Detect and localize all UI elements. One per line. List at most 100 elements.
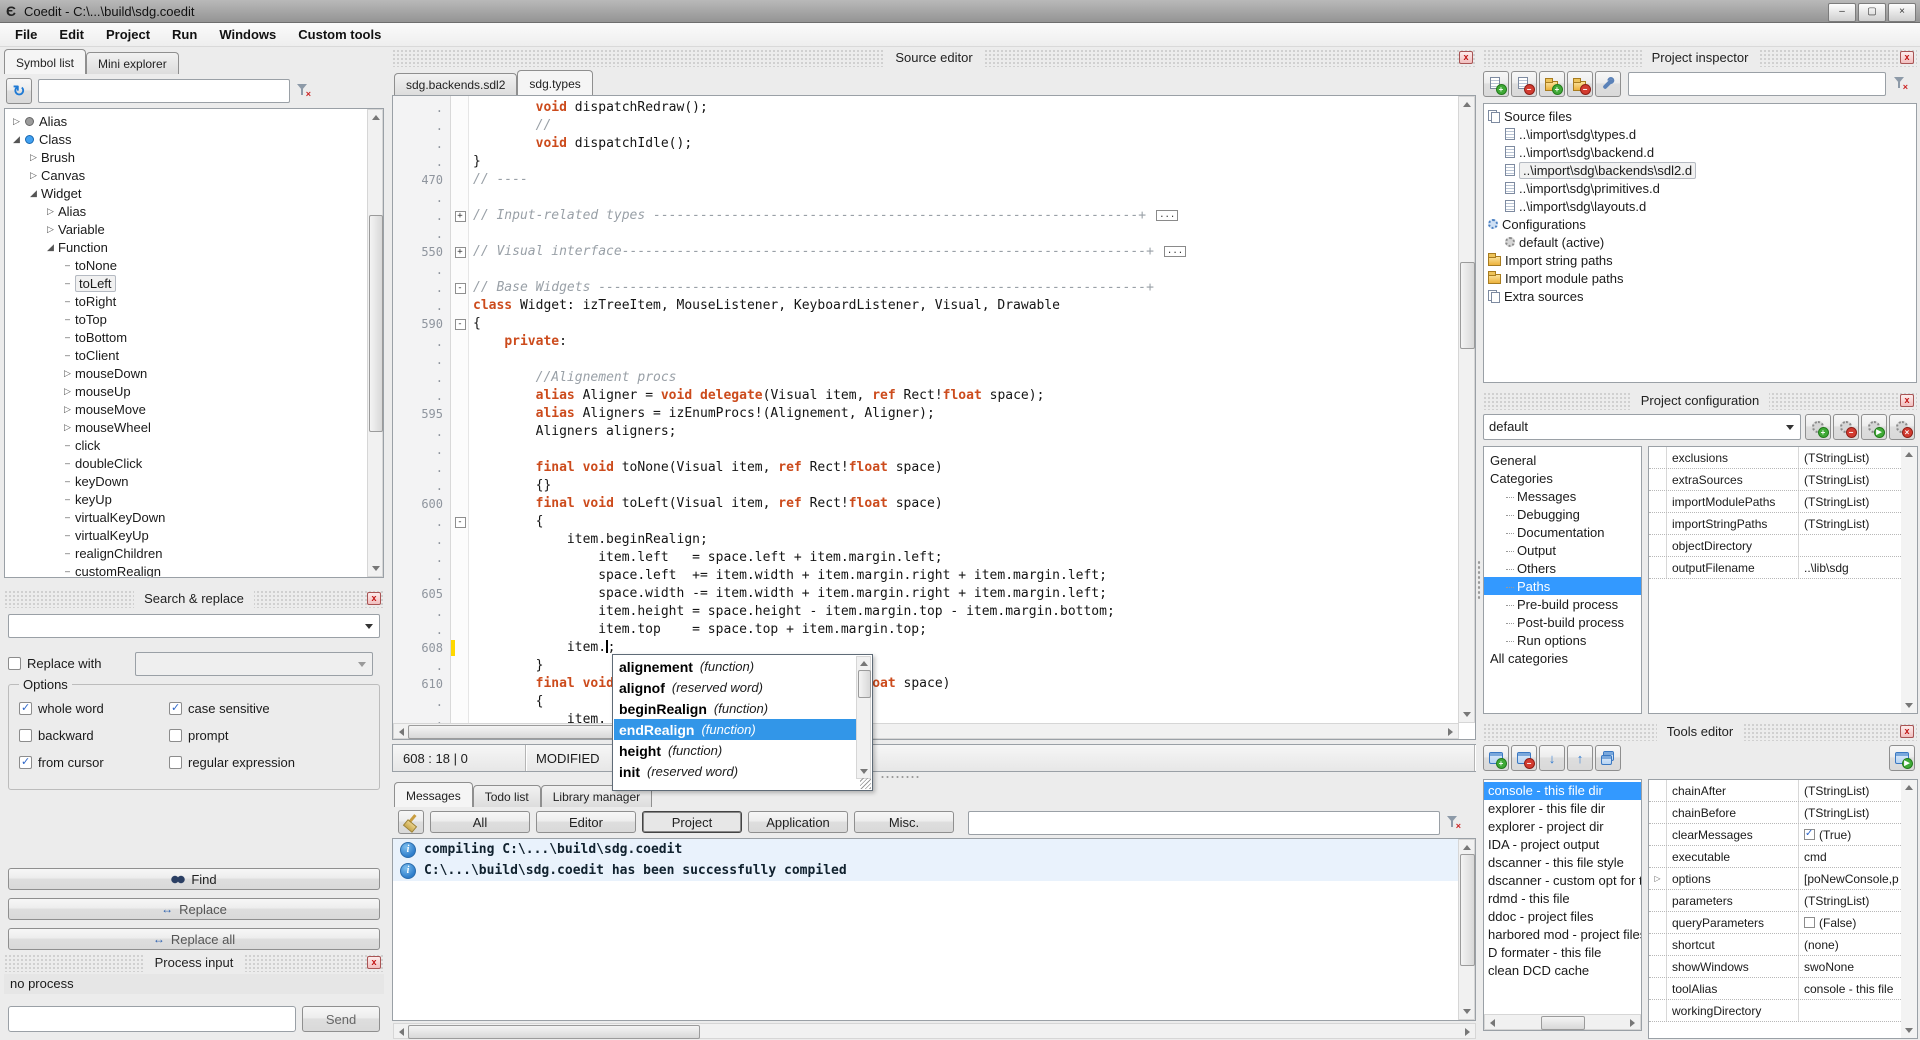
minimize-button[interactable]: – — [1828, 3, 1856, 22]
splitter-grip[interactable] — [880, 775, 920, 779]
messages-filter-clear-button[interactable]: × — [1446, 815, 1460, 832]
category-item[interactable]: Documentation — [1484, 523, 1641, 541]
completion-item[interactable]: endRealign (function) — [614, 719, 856, 740]
code-line[interactable]: . Aligners aligners; — [393, 423, 1459, 441]
symbol-tree-scrollbar[interactable] — [367, 109, 383, 577]
sync-configuration-button[interactable]: × — [1889, 414, 1915, 440]
category-item[interactable]: Pre-build process — [1484, 595, 1641, 613]
code-line[interactable]: . } — [393, 657, 1459, 675]
search-option[interactable]: case sensitive — [169, 701, 379, 716]
add-configuration-button[interactable]: + — [1805, 414, 1831, 440]
tree-expander-icon[interactable]: ▷ — [60, 422, 75, 433]
tree-expander-icon[interactable]: – — [60, 296, 75, 306]
inspector-tree-item[interactable]: ..\import\sdg\layouts.d — [1484, 197, 1916, 215]
property-row[interactable]: importModulePaths (TStringList) — [1649, 491, 1901, 513]
inspector-tree-item[interactable]: ..\import\sdg\backend.d — [1484, 143, 1916, 161]
code-line[interactable]: . } — [393, 153, 1459, 171]
editor-vscrollbar[interactable] — [1458, 96, 1475, 723]
code-line[interactable]: 605 space.width -= item.width + item.mar… — [393, 585, 1459, 603]
inspector-tree-item[interactable]: Extra sources — [1484, 287, 1916, 305]
inspector-tree-item[interactable]: Import string paths — [1484, 251, 1916, 269]
completion-item[interactable]: height (function) — [614, 740, 856, 761]
symbol-tree-item[interactable]: – virtualKeyUp — [5, 526, 367, 544]
property-row[interactable]: clearMessages (True) — [1649, 824, 1901, 846]
expand-cell[interactable] — [1649, 802, 1667, 823]
send-button[interactable]: Send — [302, 1006, 380, 1032]
symbol-tree-item[interactable]: ▷ Variable — [5, 220, 367, 238]
symbol-tree-item[interactable]: – realignChildren — [5, 544, 367, 562]
code-line[interactable]: . void dispatchRedraw(); — [393, 99, 1459, 117]
tool-item[interactable]: D formater - this file — [1484, 944, 1641, 962]
tree-expander-icon[interactable]: ▷ — [60, 368, 75, 379]
inspector-tree-item[interactable]: ..\import\sdg\backends\sdl2.d — [1484, 161, 1916, 179]
tree-expander-icon[interactable]: – — [60, 332, 75, 342]
tree-expander-icon[interactable]: ▷ — [26, 170, 41, 181]
symbol-tree-item[interactable]: – keyDown — [5, 472, 367, 490]
symbol-tree-item[interactable]: – toBottom — [5, 328, 367, 346]
tree-expander-icon[interactable]: – — [60, 512, 75, 522]
fold-icon[interactable]: - — [455, 283, 466, 294]
tree-expander-icon[interactable]: – — [60, 530, 75, 540]
tree-expander-icon[interactable]: ▷ — [9, 116, 24, 127]
checkbox[interactable] — [169, 729, 182, 742]
tree-expander-icon[interactable]: ▷ — [26, 152, 41, 163]
property-row[interactable]: parameters (TStringList) — [1649, 890, 1901, 912]
symbol-tree-item[interactable]: ▷ mouseUp — [5, 382, 367, 400]
search-option[interactable]: backward — [19, 728, 169, 743]
symbol-tree-item[interactable]: ▷ mouseMove — [5, 400, 367, 418]
symbol-tree-item[interactable]: ▷ mouseWheel — [5, 418, 367, 436]
tool-item[interactable]: clean DCD cache — [1484, 962, 1641, 980]
tool-item[interactable]: IDA - project output — [1484, 836, 1641, 854]
symbol-tree-item[interactable]: – toLeft — [5, 274, 367, 292]
tree-expander-icon[interactable]: – — [60, 278, 75, 288]
add-source-button[interactable]: + — [1483, 71, 1509, 97]
clone-tool-button[interactable] — [1595, 745, 1621, 771]
code-line[interactable]: . final void toNone(Visual item, ref Rec… — [393, 459, 1459, 477]
checkbox[interactable] — [19, 702, 32, 715]
symbol-tree-item[interactable]: – keyUp — [5, 490, 367, 508]
log-line[interactable]: compiling C:\...\build\sdg.coedit — [393, 839, 1459, 860]
symbol-tree-item[interactable]: ▷ mouseDown — [5, 364, 367, 382]
category-item[interactable]: Categories — [1484, 469, 1641, 487]
message-filter-button[interactable]: Project — [642, 811, 742, 833]
category-item[interactable]: General — [1484, 451, 1641, 469]
inspector-tree-item[interactable]: Source files — [1484, 107, 1916, 125]
editor-hscrollbar[interactable] — [393, 723, 1459, 739]
grid-vscrollbar[interactable] — [1901, 447, 1917, 713]
editor-tab[interactable]: sdg.types — [517, 70, 592, 95]
messages-tab[interactable]: Messages — [394, 782, 473, 807]
value-checkbox[interactable] — [1804, 917, 1815, 928]
project-inspector-close-button[interactable]: x — [1900, 51, 1914, 64]
category-item[interactable]: Output — [1484, 541, 1641, 559]
message-filter-button[interactable]: Editor — [536, 811, 636, 833]
code-line[interactable]: . private: — [393, 333, 1459, 351]
code-line[interactable]: . item.left = space.left + item.margin.l… — [393, 549, 1459, 567]
symbol-tree-item[interactable]: ▷ Canvas — [5, 166, 367, 184]
expand-cell[interactable] — [1649, 978, 1667, 999]
source-editor-close-button[interactable]: x — [1459, 51, 1473, 64]
code-line[interactable]: . - // Base Widgets --------------------… — [393, 279, 1459, 297]
code-line[interactable]: . // — [393, 117, 1459, 135]
messages-tab[interactable]: Todo list — [473, 785, 541, 807]
checkbox[interactable] — [169, 756, 182, 769]
code-line[interactable]: . { — [393, 693, 1459, 711]
clear-messages-button[interactable] — [398, 810, 424, 834]
replace-all-button[interactable]: ↔ Replace all — [8, 928, 380, 950]
code-line[interactable]: . — [393, 441, 1459, 459]
run-tool-button[interactable]: ▶ — [1889, 745, 1915, 771]
code-line[interactable]: . item.height = space.height - item.marg… — [393, 603, 1459, 621]
code-line[interactable]: . + // Input-related types -------------… — [393, 207, 1459, 225]
property-row[interactable]: exclusions (TStringList) — [1649, 447, 1901, 469]
tree-expander-icon[interactable]: – — [60, 476, 75, 486]
property-row[interactable]: executable cmd — [1649, 846, 1901, 868]
property-row[interactable]: chainBefore (TStringList) — [1649, 802, 1901, 824]
category-item[interactable]: Debugging — [1484, 505, 1641, 523]
code-line[interactable]: . item.top = space.top + item.margin.top… — [393, 621, 1459, 639]
menu-item[interactable]: Edit — [48, 24, 95, 45]
property-row[interactable]: workingDirectory — [1649, 1000, 1901, 1022]
property-row[interactable]: objectDirectory — [1649, 535, 1901, 557]
tool-item[interactable]: ddoc - project files — [1484, 908, 1641, 926]
code-line[interactable]: . item.beginRealign; — [393, 531, 1459, 549]
inspector-tree-item[interactable]: default (active) — [1484, 233, 1916, 251]
fold-icon[interactable]: - — [455, 319, 466, 330]
